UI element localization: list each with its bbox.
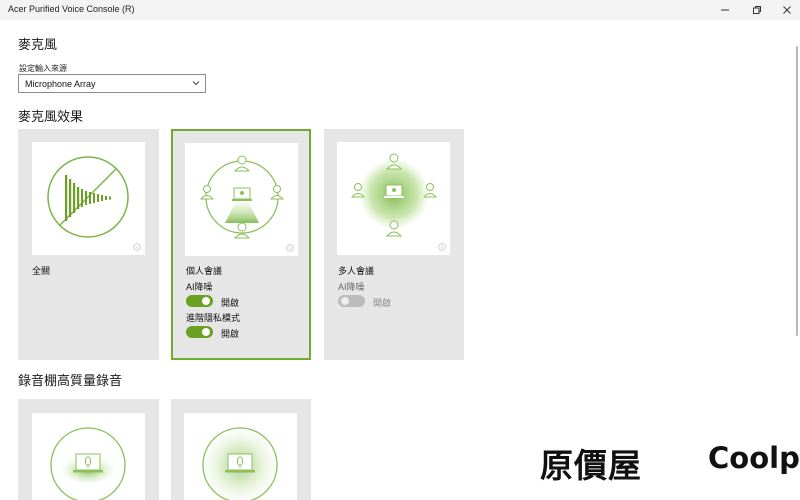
ai-noise-reduction-toggle[interactable] bbox=[338, 295, 365, 307]
info-icon[interactable] bbox=[286, 244, 294, 252]
recording-thumbnail bbox=[184, 413, 297, 500]
ai-noise-reduction-toggle[interactable] bbox=[186, 295, 213, 307]
card-title: 個人會議 bbox=[186, 266, 223, 276]
minimize-icon bbox=[721, 9, 729, 11]
effect-card-multi-meeting[interactable]: 多人會議 AI降噪 開啟 bbox=[324, 129, 464, 360]
privacy-mode-label: 進階隱私模式 bbox=[186, 313, 241, 323]
recording-thumbnail bbox=[32, 413, 145, 500]
effect-card-personal-meeting[interactable]: 個人會議 AI降噪 開啟 進階隱私模式 開啟 bbox=[171, 129, 311, 360]
card-title: 多人會議 bbox=[338, 266, 375, 276]
coolpc-watermark: 原價屋 Coolpc bbox=[540, 437, 800, 485]
recording-illustration bbox=[202, 427, 278, 500]
scrollbar-thumb[interactable] bbox=[796, 46, 798, 336]
effects-section-title: 麥克風效果 bbox=[18, 109, 84, 124]
input-source-label: 設定輸入來源 bbox=[19, 64, 67, 73]
minimize-button[interactable] bbox=[710, 0, 740, 20]
effect-card-all-off[interactable]: 全關 bbox=[18, 129, 159, 360]
title-bar: Acer Purified Voice Console (R) bbox=[0, 0, 800, 20]
maximize-button[interactable] bbox=[742, 0, 772, 20]
recording-card-2[interactable] bbox=[171, 399, 311, 500]
recording-illustration bbox=[50, 427, 126, 500]
restore-icon bbox=[753, 6, 761, 14]
watermark-text-en: Coolpc bbox=[708, 441, 800, 475]
ai-noise-reduction-label: AI降噪 bbox=[338, 282, 365, 292]
close-button[interactable] bbox=[772, 0, 800, 20]
toggle-state-text: 開啟 bbox=[221, 298, 240, 308]
input-source-dropdown[interactable]: Microphone Array bbox=[18, 74, 206, 93]
close-icon bbox=[783, 6, 791, 14]
personal-meeting-illustration bbox=[199, 155, 285, 239]
multi-meeting-illustration bbox=[350, 153, 438, 237]
toggle-state-text: 開啟 bbox=[221, 329, 240, 339]
recording-card-1[interactable] bbox=[18, 399, 159, 500]
chevron-down-icon bbox=[192, 81, 200, 86]
mic-off-illustration bbox=[47, 156, 129, 238]
toggle-state-text: 開啟 bbox=[373, 298, 392, 308]
input-source-value: Microphone Array bbox=[25, 79, 96, 89]
app-title: Acer Purified Voice Console (R) bbox=[8, 4, 135, 14]
all-off-thumbnail bbox=[32, 142, 145, 255]
ai-noise-reduction-label: AI降噪 bbox=[186, 282, 213, 292]
multi-meeting-thumbnail bbox=[337, 142, 450, 255]
personal-meeting-thumbnail bbox=[185, 143, 298, 256]
microphone-section-title: 麥克風 bbox=[18, 37, 58, 52]
watermark-text-cn: 原價屋 bbox=[540, 446, 642, 485]
info-icon[interactable] bbox=[133, 243, 141, 251]
privacy-mode-toggle[interactable] bbox=[186, 326, 213, 338]
vertical-scrollbar[interactable] bbox=[795, 20, 799, 500]
card-title: 全關 bbox=[32, 266, 51, 276]
recording-section-title: 錄音棚高質量錄音 bbox=[18, 373, 123, 388]
info-icon[interactable] bbox=[438, 243, 446, 251]
